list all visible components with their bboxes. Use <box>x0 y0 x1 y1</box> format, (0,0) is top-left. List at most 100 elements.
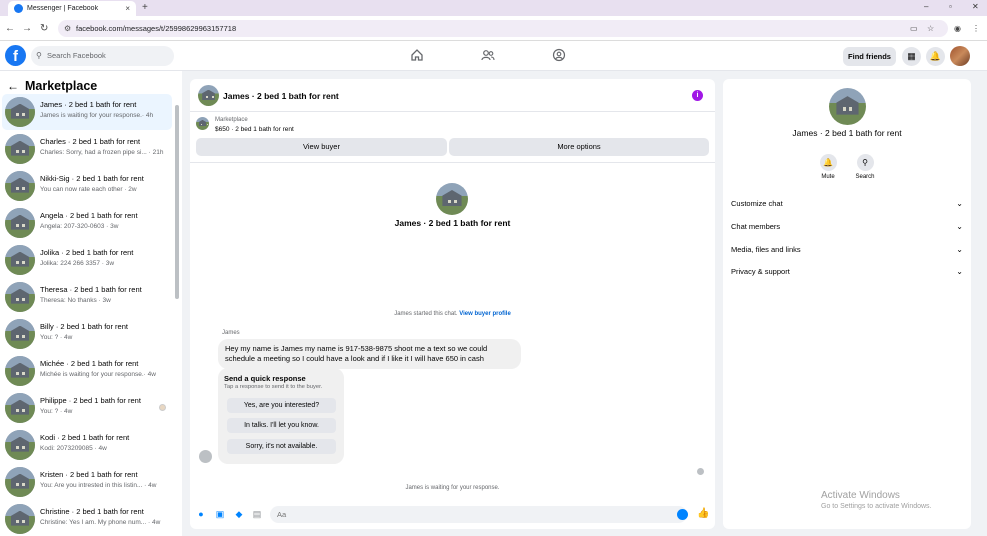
site-info-icon[interactable]: ⚙ <box>64 20 71 37</box>
gif-icon[interactable]: ▤ <box>252 509 262 519</box>
conversation-preview: You can now rate each other · 2w <box>40 186 137 193</box>
marketplace-listing-bar: Marketplace $650 · 2 bed 1 bath for rent… <box>190 112 715 163</box>
emoji-icon[interactable] <box>677 509 688 520</box>
reload-icon[interactable]: ↻ <box>40 23 48 34</box>
activate-windows-title: Activate Windows <box>821 490 900 501</box>
waiting-status: James is waiting for your response. <box>405 485 500 491</box>
url-field[interactable]: ⚙ facebook.com/messages/t/25998629963157… <box>58 20 948 37</box>
window-close-button[interactable]: ✕ <box>972 2 979 11</box>
bell-icon: 🔔 <box>819 154 837 171</box>
search-icon: ⚲ <box>856 154 874 171</box>
new-tab-button[interactable]: + <box>142 2 148 13</box>
quick-response-button[interactable]: Yes, are you interested? <box>227 398 336 413</box>
conversation-item[interactable]: Nikki-Sig · 2 bed 1 bath for rent You can… <box>2 168 172 204</box>
find-friends-button[interactable]: Find friends <box>843 47 896 66</box>
microphone-icon[interactable]: ● <box>196 509 206 519</box>
conversation-preview: You: ? · 4w <box>40 408 73 415</box>
conversation-item[interactable]: Jolika · 2 bed 1 bath for rent Jolika: 22… <box>2 242 172 278</box>
notifications-bell-icon[interactable]: 🔔 <box>926 47 945 66</box>
chevron-down-icon: ⌄ <box>956 245 963 254</box>
sidebar-scrollbar[interactable] <box>175 105 179 299</box>
conversation-preview: Theresa: No thanks · 3w <box>40 297 111 304</box>
conversation-thumbnail <box>5 282 35 312</box>
chat-members-row[interactable]: Chat members ⌄ <box>731 219 963 235</box>
chat-panel: James · 2 bed 1 bath for rent i Marketpl… <box>190 79 715 529</box>
like-thumb-icon[interactable]: 👍 <box>697 508 709 519</box>
chat-title[interactable]: James · 2 bed 1 bath for rent <box>223 91 339 101</box>
quick-response-subtitle: Tap a response to send it to the buyer. <box>224 384 323 390</box>
conversation-thumbnail <box>5 356 35 386</box>
conversation-name: Kristen · 2 bed 1 bath for rent <box>40 470 138 479</box>
browser-menu-icon[interactable]: ⋮ <box>972 24 980 33</box>
listing-thumbnail[interactable] <box>198 85 219 106</box>
sticker-icon[interactable]: ◆ <box>234 509 244 519</box>
conversation-item[interactable]: Charles · 2 bed 1 bath for rent Charles: … <box>2 131 172 167</box>
friends-icon[interactable] <box>481 48 495 62</box>
menu-grid-icon[interactable]: ▦ <box>902 47 921 66</box>
conversation-preview: You: ? · 4w <box>40 334 73 341</box>
conversation-name: Nikki-Sig · 2 bed 1 bath for rent <box>40 174 144 183</box>
home-icon[interactable] <box>410 48 424 62</box>
conversation-name: Theresa · 2 bed 1 bath for rent <box>40 285 142 294</box>
media-files-links-row[interactable]: Media, files and links ⌄ <box>731 242 963 258</box>
account-avatar[interactable] <box>950 46 970 66</box>
conversation-item[interactable]: Angela · 2 bed 1 bath for rent Angela: 20… <box>2 205 172 241</box>
conversation-item[interactable]: Billy · 2 bed 1 bath for rent You: ? · 4w <box>2 316 172 352</box>
search-action[interactable]: ⚲ Search <box>847 154 883 180</box>
quick-response-title: Send a quick response <box>224 374 306 383</box>
minimize-button[interactable]: – <box>924 2 928 11</box>
conversation-preview: You: Are you intrested in this listin...… <box>40 482 157 489</box>
customize-chat-row[interactable]: Customize chat ⌄ <box>731 196 963 212</box>
conversation-thumbnail <box>5 319 35 349</box>
message-input[interactable] <box>270 506 687 523</box>
seen-indicator-avatar <box>697 468 704 475</box>
conversation-item[interactable]: Michée · 2 bed 1 bath for rent Michée is … <box>2 353 172 389</box>
privacy-support-row[interactable]: Privacy & support ⌄ <box>731 264 963 280</box>
conversation-item[interactable]: Philippe · 2 bed 1 bath for rent You: ? ·… <box>2 390 172 426</box>
tab-close-icon[interactable]: × <box>125 4 130 13</box>
conversation-name: James · 2 bed 1 bath for rent <box>40 100 137 109</box>
conversation-item[interactable]: Theresa · 2 bed 1 bath for rent Theresa: … <box>2 279 172 315</box>
quick-response-button[interactable]: Sorry, it's not available. <box>227 439 336 454</box>
conversation-name: Philippe · 2 bed 1 bath for rent <box>40 396 141 405</box>
browser-tab[interactable]: Messenger | Facebook × <box>8 1 136 16</box>
address-bar-row: ← → ↻ ⚙ facebook.com/messages/t/25998629… <box>0 16 987 41</box>
conversation-item[interactable]: James · 2 bed 1 bath for rent James is wa… <box>2 94 172 130</box>
conversation-thumbnail <box>5 171 35 201</box>
cast-icon[interactable]: ▭ <box>910 24 918 33</box>
info-icon[interactable]: i <box>692 90 703 101</box>
bookmark-star-icon[interactable]: ☆ <box>927 24 934 33</box>
chat-started-text: James started this chat. <box>394 311 458 317</box>
conversation-item[interactable]: Kristen · 2 bed 1 bath for rent You: Are … <box>2 464 172 500</box>
sidebar-header: ← Marketplace <box>7 79 97 93</box>
listing-profile-thumbnail[interactable] <box>829 88 866 125</box>
forward-arrow-icon[interactable]: → <box>22 23 32 34</box>
back-arrow-icon[interactable]: ← <box>7 79 19 93</box>
conversation-name: Jolika · 2 bed 1 bath for rent <box>40 248 134 257</box>
maximize-button[interactable]: ▫ <box>949 2 952 11</box>
quick-response-button[interactable]: In talks. I'll let you know. <box>227 418 336 433</box>
more-options-button[interactable]: More options <box>449 138 709 156</box>
browser-tab-bar: Messenger | Facebook × + – ▫ ✕ <box>0 0 987 16</box>
chat-details-panel: James · 2 bed 1 bath for rent 🔔 Mute ⚲ S… <box>723 79 971 529</box>
back-arrow-icon[interactable]: ← <box>5 23 15 34</box>
view-buyer-profile-link[interactable]: View buyer profile <box>459 311 511 317</box>
conversation-item[interactable]: Christine · 2 bed 1 bath for rent Christi… <box>2 501 172 536</box>
chevron-down-icon: ⌄ <box>956 199 963 208</box>
conversation-name: Michée · 2 bed 1 bath for rent <box>40 359 139 368</box>
conversation-item[interactable]: Kodi · 2 bed 1 bath for rent Kodi: 207320… <box>2 427 172 463</box>
mute-action[interactable]: 🔔 Mute <box>810 154 846 180</box>
groups-icon[interactable] <box>552 48 566 62</box>
view-buyer-button[interactable]: View buyer <box>196 138 447 156</box>
profile-icon[interactable]: ◉ <box>954 24 961 33</box>
photo-icon[interactable]: ▣ <box>215 509 225 519</box>
quick-response-card: Send a quick response Tap a response to … <box>218 368 344 464</box>
chat-started-message: James started this chat. View buyer prof… <box>190 311 715 317</box>
section-label: Privacy & support <box>731 267 790 276</box>
conversation-name: Christine · 2 bed 1 bath for rent <box>40 507 144 516</box>
sidebar-title: Marketplace <box>25 79 98 93</box>
conversation-thumbnail <box>5 134 35 164</box>
marketplace-label: Marketplace <box>215 117 248 123</box>
facebook-logo[interactable]: f <box>5 45 26 66</box>
facebook-search-input[interactable]: ⚲ Search Facebook <box>31 46 174 66</box>
